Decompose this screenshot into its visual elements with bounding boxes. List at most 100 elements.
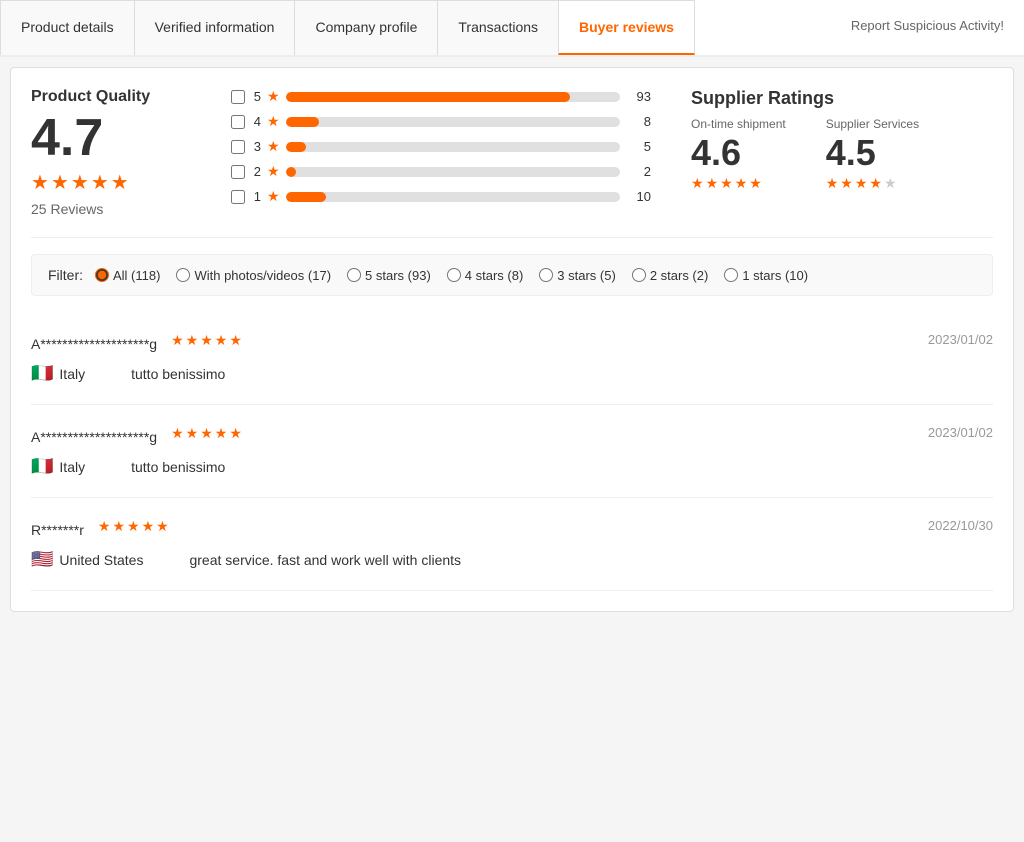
filter-all-radio[interactable] [95, 268, 109, 282]
review-header-2: R*******r ★ ★ ★ ★ ★ 2022/10/30 [31, 518, 993, 541]
filter-2stars-radio[interactable] [632, 268, 646, 282]
supplier-ratings-section: Supplier Ratings On-time shipment 4.6 ★ … [691, 88, 991, 217]
svc-star-4: ★ [869, 175, 882, 192]
filter-2stars[interactable]: 2 stars (2) [632, 268, 709, 283]
bar-row-3: 3 ★ 5 [231, 138, 651, 155]
tab-transactions[interactable]: Transactions [437, 0, 559, 55]
filter-4stars[interactable]: 4 stars (8) [447, 268, 524, 283]
bar-label-1: 1 [251, 189, 261, 204]
product-quality-label: Product Quality [31, 88, 191, 106]
filter-photos-label: With photos/videos (17) [194, 268, 331, 283]
r0-star-2: ★ [186, 332, 199, 349]
filter-3stars[interactable]: 3 stars (5) [539, 268, 616, 283]
bar-star-1: ★ [267, 188, 280, 205]
sup-star-4: ★ [735, 175, 748, 192]
sup-star-2: ★ [706, 175, 719, 192]
bar-row-2: 2 ★ 2 [231, 163, 651, 180]
star-bars-section: 5 ★ 93 4 ★ 8 3 ★ [231, 88, 651, 217]
ratings-section: Product Quality 4.7 ★ ★ ★ ★ ★ 25 Reviews… [31, 88, 993, 238]
bar-count-2: 2 [626, 164, 651, 179]
review-flag-2: 🇺🇸 [31, 549, 53, 570]
supplier-ontime-stars: ★ ★ ★ ★ ★ [691, 175, 786, 192]
star-2: ★ [51, 170, 69, 195]
filter-1stars-radio[interactable] [724, 268, 738, 282]
bar-fill-2 [286, 167, 296, 177]
review-item-1: A********************g ★ ★ ★ ★ ★ 2023/01… [31, 405, 993, 498]
review-country-name-2: United States [59, 552, 143, 568]
bar-fill-5 [286, 92, 570, 102]
product-quality-stars: ★ ★ ★ ★ ★ [31, 170, 191, 195]
review-username-2: R*******r [31, 522, 84, 538]
bar-fill-1 [286, 192, 326, 202]
tab-buyer-reviews[interactable]: Buyer reviews [558, 0, 695, 55]
supplier-ontime-score: 4.6 [691, 135, 786, 171]
filter-5stars-label: 5 stars (93) [365, 268, 431, 283]
r2-star-5: ★ [156, 518, 169, 535]
review-header-1: A********************g ★ ★ ★ ★ ★ 2023/01… [31, 425, 993, 448]
bar-checkbox-1[interactable] [231, 190, 245, 204]
r2-star-1: ★ [98, 518, 111, 535]
star-1: ★ [31, 170, 49, 195]
product-quality-section: Product Quality 4.7 ★ ★ ★ ★ ★ 25 Reviews [31, 88, 191, 217]
filter-5stars-radio[interactable] [347, 268, 361, 282]
bar-checkbox-5[interactable] [231, 90, 245, 104]
bar-track-1 [286, 192, 620, 202]
star-3: ★ [71, 170, 89, 195]
bar-row-1: 1 ★ 10 [231, 188, 651, 205]
filter-all-label: All (118) [113, 268, 160, 283]
filter-photos-radio[interactable] [176, 268, 190, 282]
bar-checkbox-4[interactable] [231, 115, 245, 129]
bar-track-5 [286, 92, 620, 102]
report-suspicious-button[interactable]: Report Suspicious Activity! [831, 0, 1024, 55]
review-country-0: 🇮🇹 Italy tutto benissimo [31, 363, 993, 384]
main-content: Product Quality 4.7 ★ ★ ★ ★ ★ 25 Reviews… [10, 67, 1014, 612]
tab-product-details[interactable]: Product details [0, 0, 135, 55]
svc-star-1: ★ [826, 175, 839, 192]
r1-star-1: ★ [171, 425, 184, 442]
review-flag-0: 🇮🇹 [31, 363, 53, 384]
star-5: ★ [111, 170, 129, 195]
filter-4stars-radio[interactable] [447, 268, 461, 282]
svc-star-5-half: ★ [884, 175, 897, 192]
filter-3stars-radio[interactable] [539, 268, 553, 282]
supplier-services-score: 4.5 [826, 135, 919, 171]
r2-star-3: ★ [127, 518, 140, 535]
supplier-services-stars: ★ ★ ★ ★ ★ [826, 175, 919, 192]
supplier-ontime-label: On-time shipment [691, 117, 786, 131]
review-text-0: tutto benissimo [131, 366, 225, 382]
tab-verified-information[interactable]: Verified information [134, 0, 296, 55]
r1-star-4: ★ [215, 425, 228, 442]
bar-label-2: 2 [251, 164, 261, 179]
bar-row-4: 4 ★ 8 [231, 113, 651, 130]
sup-star-3: ★ [720, 175, 733, 192]
filter-label: Filter: [48, 267, 83, 283]
bar-checkbox-2[interactable] [231, 165, 245, 179]
review-user-stars-0: A********************g ★ ★ ★ ★ ★ [31, 332, 242, 355]
r0-star-3: ★ [200, 332, 213, 349]
star-4: ★ [91, 170, 109, 195]
review-text-1: tutto benissimo [131, 459, 225, 475]
supplier-item-services: Supplier Services 4.5 ★ ★ ★ ★ ★ [826, 117, 919, 198]
review-text-2: great service. fast and work well with c… [189, 552, 461, 568]
bar-label-5: 5 [251, 89, 261, 104]
review-stars-0: ★ ★ ★ ★ ★ [171, 332, 242, 349]
supplier-ratings-title: Supplier Ratings [691, 88, 991, 109]
bar-track-3 [286, 142, 620, 152]
filter-2stars-label: 2 stars (2) [650, 268, 709, 283]
review-item-2: R*******r ★ ★ ★ ★ ★ 2022/10/30 🇺🇸 United… [31, 498, 993, 591]
filter-5stars[interactable]: 5 stars (93) [347, 268, 431, 283]
bar-checkbox-3[interactable] [231, 140, 245, 154]
r1-star-5: ★ [229, 425, 242, 442]
review-date-0: 2023/01/02 [928, 332, 993, 347]
review-country-2: 🇺🇸 United States great service. fast and… [31, 549, 993, 570]
tab-company-profile[interactable]: Company profile [294, 0, 438, 55]
filter-4stars-label: 4 stars (8) [465, 268, 524, 283]
filter-all[interactable]: All (118) [95, 268, 160, 283]
r2-star-4: ★ [142, 518, 155, 535]
filter-1stars[interactable]: 1 stars (10) [724, 268, 808, 283]
bar-fill-3 [286, 142, 306, 152]
review-date-1: 2023/01/02 [928, 425, 993, 440]
filter-photos[interactable]: With photos/videos (17) [176, 268, 331, 283]
review-country-name-0: Italy [59, 366, 85, 382]
review-header-0: A********************g ★ ★ ★ ★ ★ 2023/01… [31, 332, 993, 355]
